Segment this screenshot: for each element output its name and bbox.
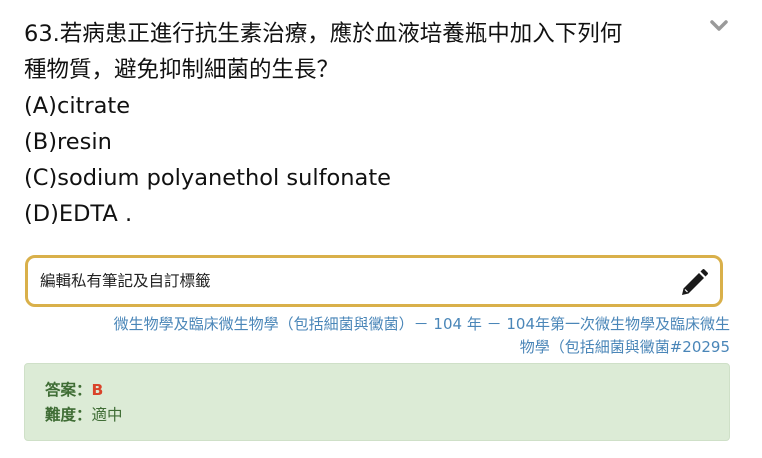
pencil-icon[interactable] bbox=[678, 267, 710, 299]
answer-row: 答案：B bbox=[45, 380, 103, 400]
answer-panel: 答案：B 難度：適中 bbox=[24, 363, 730, 441]
question-stem-line-2: 種物質，避免抑制細菌的生長？ bbox=[24, 57, 340, 83]
private-note-box bbox=[25, 255, 723, 307]
private-note-input[interactable] bbox=[28, 258, 668, 304]
exam-source-link[interactable]: 微生物學及臨床微生物學（包括細菌與黴菌）－ 104 年 － 104年第一次微生物… bbox=[20, 313, 730, 359]
difficulty-value: 適中 bbox=[91, 406, 123, 424]
option-c: (C)sodium polyanethol sulfonate bbox=[24, 165, 392, 191]
answer-value: B bbox=[91, 381, 104, 399]
difficulty-label: 難度： bbox=[45, 406, 92, 424]
answer-label: 答案： bbox=[45, 381, 92, 399]
question-stem-line-1: 63.若病患正進行抗生素治療，應於血液培養瓶中加入下列何 bbox=[24, 21, 623, 47]
option-a: (A)citrate bbox=[24, 93, 131, 119]
option-b: (B)resin bbox=[24, 129, 112, 155]
exam-source-line-1: 微生物學及臨床微生物學（包括細菌與黴菌）－ 104 年 － 104年第一次微生物… bbox=[113, 315, 730, 333]
difficulty-row: 難度：適中 bbox=[45, 405, 123, 425]
option-d: (D)EDTA . bbox=[24, 201, 133, 227]
exam-source-line-2: 物學（包括細菌與黴菌#20295 bbox=[519, 338, 730, 356]
chevron-down-icon[interactable] bbox=[708, 18, 730, 34]
question-text: 63.若病患正進行抗生素治療，應於血液培養瓶中加入下列何 種物質，避免抑制細菌的… bbox=[24, 16, 700, 232]
